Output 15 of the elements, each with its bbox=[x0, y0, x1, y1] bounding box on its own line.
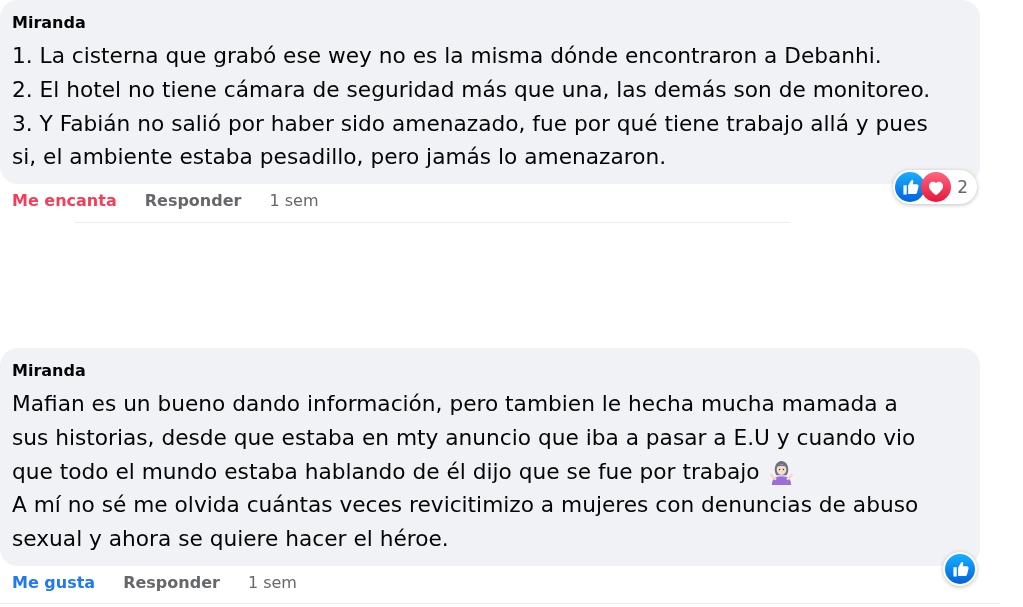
react-link[interactable]: Me gusta bbox=[12, 571, 96, 594]
react-link[interactable]: Me encanta bbox=[12, 190, 117, 212]
comment-author[interactable]: Miranda bbox=[12, 360, 86, 382]
comment-time[interactable]: 1 sem bbox=[269, 190, 319, 212]
reaction-count-badge[interactable]: 2 bbox=[893, 170, 977, 204]
reaction-count: 2 bbox=[956, 176, 969, 198]
comment-time[interactable]: 1 sem bbox=[247, 571, 297, 594]
comment-text: 3. Y Fabián no salió por haber sido amenazado, fue por qué tiene trabajo allá y pues si, el ambiente estaba pesadillo, pero jamás lo amenazaron. bbox=[12, 110, 928, 170]
comment-text: que todo el mundo estaba hablando de él dijo que se fue por trabajo bbox=[12, 457, 760, 486]
reply-link[interactable]: Responder bbox=[123, 571, 220, 594]
comment-author[interactable]: Miranda bbox=[12, 12, 86, 34]
comment-text: 2. El hotel no tiene cámara de seguridad más que una, las demás son de monitoreo. bbox=[12, 76, 931, 102]
reply-link[interactable]: Responder bbox=[144, 190, 242, 212]
comment-text: 1. La cisterna que grabó ese wey no es la misma dónde encontraron a Debanhi. bbox=[12, 43, 882, 68]
comment-text: A mí no sé me olvida cuántas veces revicitimizo a mujeres con denuncias de abuso sexual y ahora se quiere hacer el héroe. bbox=[12, 492, 919, 551]
